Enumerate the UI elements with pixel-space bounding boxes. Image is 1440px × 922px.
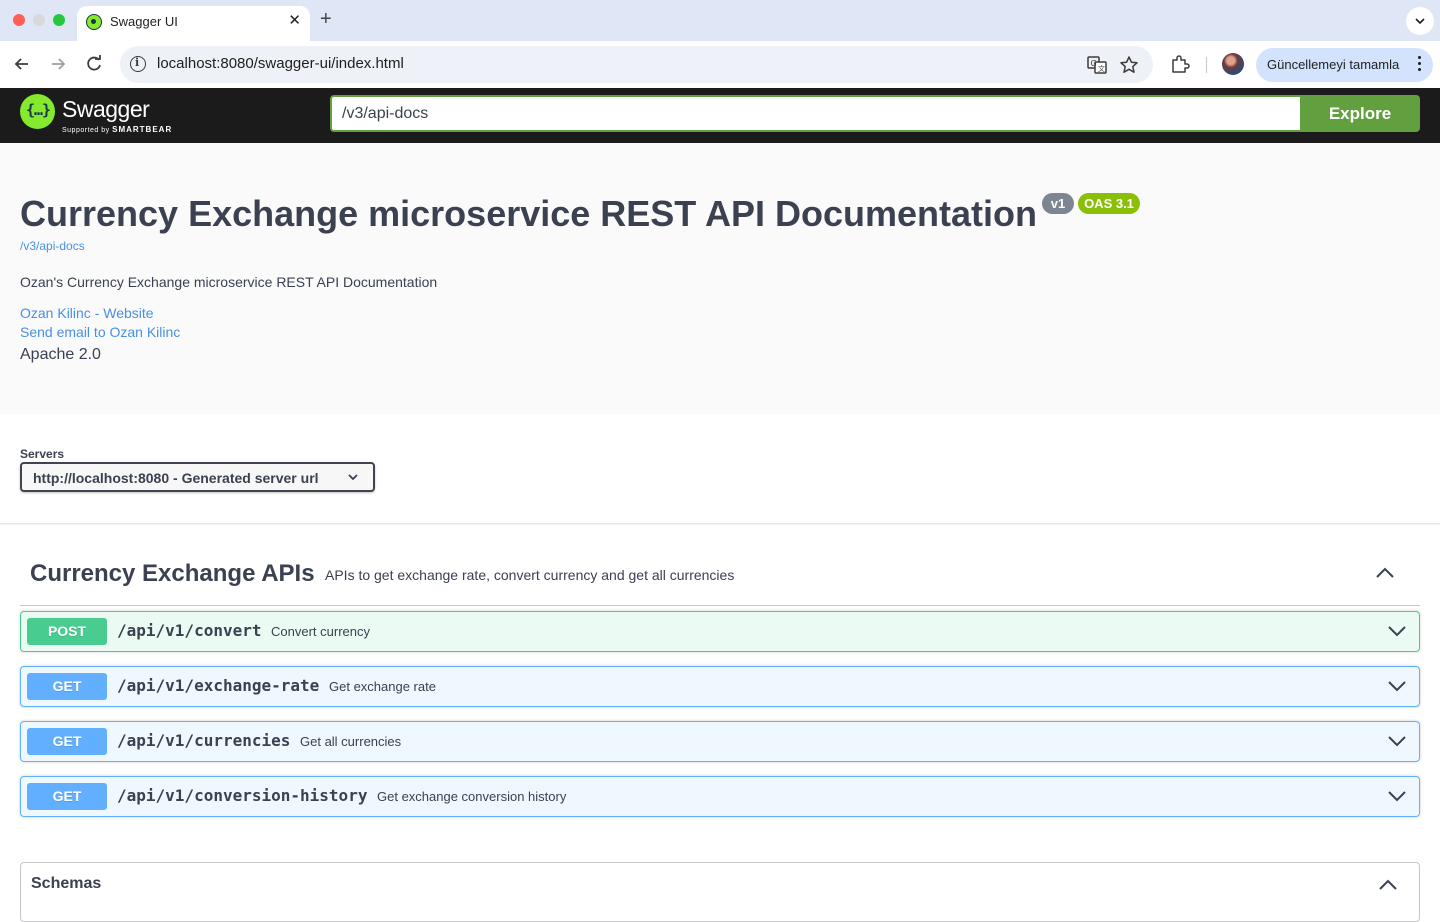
back-arrow-icon[interactable] <box>11 53 33 75</box>
api-description: Ozan's Currency Exchange microservice RE… <box>20 274 438 290</box>
browser-tab-bar: Swagger UI ✕ + <box>0 0 1440 41</box>
extensions-puzzle-icon[interactable] <box>1170 54 1190 74</box>
close-window-button[interactable] <box>13 14 25 26</box>
swagger-logo-text: Swagger <box>62 96 150 122</box>
tab-title: Swagger UI <box>110 14 178 29</box>
operation-path[interactable]: /api/v1/convert <box>117 621 262 640</box>
chevron-up-icon[interactable] <box>1375 565 1395 579</box>
operation-summary: Get exchange conversion history <box>377 789 567 804</box>
svg-text:G: G <box>1091 59 1097 68</box>
schemas-title: Schemas <box>31 875 102 892</box>
address-bar[interactable]: localhost:8080/swagger-ui/index.html G文 <box>120 46 1153 83</box>
swagger-favicon-icon <box>86 14 102 30</box>
chevron-down-icon[interactable] <box>1387 734 1407 748</box>
chevron-down-icon <box>348 474 358 481</box>
chevron-up-icon[interactable] <box>1378 877 1398 891</box>
tab-search-button[interactable] <box>1406 7 1434 35</box>
address-url: localhost:8080/swagger-ui/index.html <box>157 55 404 72</box>
operation-path[interactable]: /api/v1/exchange-rate <box>117 676 319 695</box>
operation-path[interactable]: /api/v1/conversion-history <box>117 786 367 805</box>
operation-path[interactable]: /api/v1/currencies <box>117 731 290 750</box>
server-select[interactable]: http://localhost:8080 - Generated server… <box>20 462 375 492</box>
tagline-prefix: Supported by <box>62 127 110 134</box>
schemas-section[interactable]: Schemas <box>20 862 1420 922</box>
translate-icon[interactable]: G文 <box>1087 55 1107 75</box>
update-label: Güncellemeyi tamamla <box>1267 57 1400 72</box>
browser-toolbar: localhost:8080/swagger-ui/index.html G文 … <box>0 41 1440 88</box>
chevron-down-icon[interactable] <box>1387 679 1407 693</box>
license-label: Apache 2.0 <box>20 346 101 363</box>
profile-avatar[interactable] <box>1222 53 1244 75</box>
version-badge: v1 <box>1042 193 1074 214</box>
toolbar-divider <box>1206 57 1207 73</box>
kebab-menu-icon[interactable] <box>1418 56 1422 74</box>
method-badge: GET <box>27 728 107 755</box>
opblock-get-currencies[interactable]: GET /api/v1/currencies Get all currencie… <box>20 721 1420 762</box>
site-info-icon[interactable] <box>130 56 146 72</box>
smartbear-tagline: Supported by SMARTBEAR <box>62 125 172 134</box>
bookmark-star-icon[interactable] <box>1119 55 1139 75</box>
forward-arrow-icon[interactable] <box>47 53 69 75</box>
browser-tab[interactable]: Swagger UI ✕ <box>77 6 310 41</box>
method-badge: GET <box>27 673 107 700</box>
tag-description: APIs to get exchange rate, convert curre… <box>325 567 735 583</box>
operation-summary: Get all currencies <box>300 734 402 749</box>
chevron-down-icon[interactable] <box>1387 624 1407 638</box>
chevron-down-icon[interactable] <box>1387 789 1407 803</box>
chevron-down-icon <box>1415 18 1425 25</box>
contact-website-link[interactable]: Ozan Kilinc - Website <box>20 305 154 321</box>
reload-icon[interactable] <box>83 53 105 75</box>
spec-link[interactable]: /v3/api-docs <box>20 239 85 253</box>
method-badge: POST <box>27 618 107 645</box>
opblock-post-convert[interactable]: POST /api/v1/convert Convert currency <box>20 611 1420 652</box>
tab-close-icon[interactable]: ✕ <box>288 12 301 30</box>
oas-badge: OAS 3.1 <box>1078 193 1140 214</box>
svg-text:文: 文 <box>1098 64 1105 73</box>
operation-summary: Convert currency <box>271 624 370 639</box>
minimize-window-button[interactable] <box>33 14 45 26</box>
contact-email-link[interactable]: Send email to Ozan Kilinc <box>20 324 180 340</box>
update-button[interactable]: Güncellemeyi tamamla <box>1256 48 1433 82</box>
page-title: Currency Exchange microservice REST API … <box>20 193 1037 234</box>
spec-url-input[interactable]: /v3/api-docs <box>330 95 1300 132</box>
server-selected-value: http://localhost:8080 - Generated server… <box>33 470 319 486</box>
opblock-get-conversion-history[interactable]: GET /api/v1/conversion-history Get excha… <box>20 776 1420 817</box>
new-tab-button[interactable]: + <box>320 8 332 30</box>
swagger-logo-icon: {…} <box>20 94 55 129</box>
method-badge: GET <box>27 783 107 810</box>
opblock-get-exchange-rate[interactable]: GET /api/v1/exchange-rate Get exchange r… <box>20 666 1420 707</box>
tag-header[interactable]: Currency Exchange APIs APIs to get excha… <box>20 545 1420 606</box>
operation-summary: Get exchange rate <box>329 679 436 694</box>
servers-label: Servers <box>20 447 65 461</box>
tagline-brand: SMARTBEAR <box>112 125 173 134</box>
explore-button[interactable]: Explore <box>1300 95 1420 132</box>
maximize-window-button[interactable] <box>53 14 65 26</box>
tag-name: Currency Exchange APIs <box>30 560 315 587</box>
